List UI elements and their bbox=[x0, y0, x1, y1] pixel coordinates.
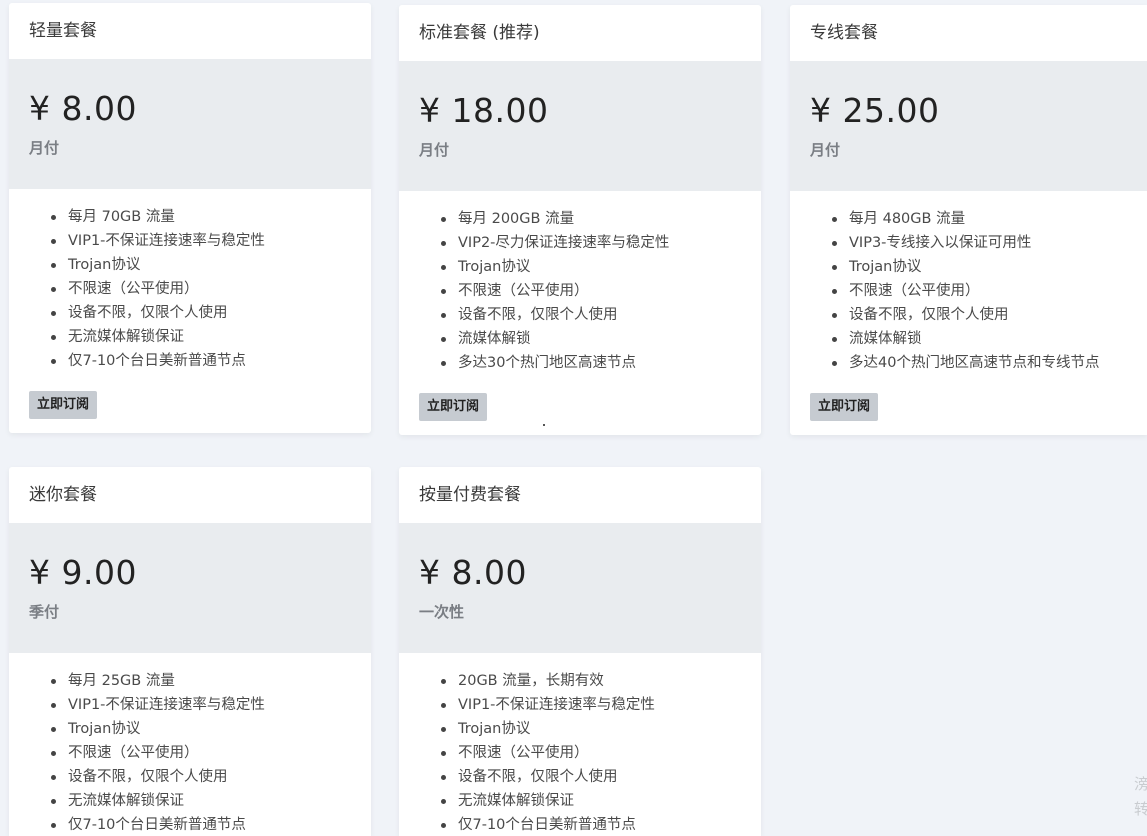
feature-item: 不限速（公平使用） bbox=[51, 277, 371, 301]
feature-item: 无流媒体解锁保证 bbox=[51, 325, 371, 349]
plan-title: 标准套餐 (推荐) bbox=[419, 23, 540, 43]
feature-item: 设备不限，仅限个人使用 bbox=[51, 301, 371, 325]
plan-title: 轻量套餐 bbox=[29, 21, 97, 41]
subscribe-button[interactable]: 立即订阅 bbox=[810, 393, 879, 421]
feature-item: Trojan协议 bbox=[51, 253, 371, 277]
feature-item: 每月 25GB 流量 bbox=[51, 669, 371, 693]
billing-period: 季付 bbox=[29, 603, 60, 621]
feature-item: 仅7-10个台日美新普通节点 bbox=[441, 813, 761, 836]
plan-card-mini: 迷你套餐 ¥ 9.00 季付 每月 25GB 流量 VIP1-不保证连接速率与稳… bbox=[9, 467, 371, 836]
plan-price: ¥ 8.00 bbox=[419, 553, 527, 592]
billing-period: 一次性 bbox=[419, 603, 465, 621]
billing-period: 月付 bbox=[419, 141, 450, 159]
price-block: ¥ 8.00 月付 bbox=[9, 59, 371, 189]
billing-period: 月付 bbox=[29, 139, 60, 157]
feature-item: VIP1-不保证连接速率与稳定性 bbox=[51, 693, 371, 717]
feature-item: VIP1-不保证连接速率与稳定性 bbox=[441, 693, 761, 717]
plan-card-pay-as-you-go: 按量付费套餐 ¥ 8.00 一次性 20GB 流量，长期有效 VIP1-不保证连… bbox=[399, 467, 761, 836]
feature-item: 流媒体解锁 bbox=[441, 327, 761, 351]
feature-list: 每月 480GB 流量 VIP3-专线接入以保证可用性 Trojan协议 不限速… bbox=[790, 191, 1147, 375]
stray-dot bbox=[543, 424, 545, 426]
feature-item: 设备不限，仅限个人使用 bbox=[832, 303, 1147, 327]
feature-item: Trojan协议 bbox=[51, 717, 371, 741]
feature-item: 不限速（公平使用） bbox=[441, 279, 761, 303]
feature-item: 每月 200GB 流量 bbox=[441, 207, 761, 231]
feature-list: 每月 25GB 流量 VIP1-不保证连接速率与稳定性 Trojan协议 不限速… bbox=[9, 653, 371, 836]
plan-card-standard: 标准套餐 (推荐) ¥ 18.00 月付 每月 200GB 流量 VIP2-尽力… bbox=[399, 5, 761, 435]
feature-item: 多达30个热门地区高速节点 bbox=[441, 351, 761, 375]
feature-item: Trojan协议 bbox=[832, 255, 1147, 279]
feature-item: 无流媒体解锁保证 bbox=[441, 789, 761, 813]
subscribe-button[interactable]: 立即订阅 bbox=[29, 391, 98, 419]
feature-list: 每月 200GB 流量 VIP2-尽力保证连接速率与稳定性 Trojan协议 不… bbox=[399, 191, 761, 375]
feature-item: VIP2-尽力保证连接速率与稳定性 bbox=[441, 231, 761, 255]
cutoff-char: 滂 bbox=[1134, 775, 1147, 793]
plan-title: 按量付费套餐 bbox=[419, 485, 521, 505]
feature-item: 多达40个热门地区高速节点和专线节点 bbox=[832, 351, 1147, 375]
plan-price: ¥ 8.00 bbox=[29, 89, 137, 128]
feature-item: 设备不限，仅限个人使用 bbox=[441, 765, 761, 789]
feature-item: 不限速（公平使用） bbox=[51, 741, 371, 765]
feature-item: Trojan协议 bbox=[441, 255, 761, 279]
plan-price: ¥ 18.00 bbox=[419, 91, 549, 130]
price-block: ¥ 8.00 一次性 bbox=[399, 523, 761, 653]
feature-item: Trojan协议 bbox=[441, 717, 761, 741]
feature-item: 每月 70GB 流量 bbox=[51, 205, 371, 229]
feature-item: 仅7-10个台日美新普通节点 bbox=[51, 813, 371, 836]
price-block: ¥ 18.00 月付 bbox=[399, 61, 761, 191]
feature-item: 不限速（公平使用） bbox=[832, 279, 1147, 303]
cutoff-floating-text: 滂 转 bbox=[1134, 774, 1147, 819]
feature-list: 每月 70GB 流量 VIP1-不保证连接速率与稳定性 Trojan协议 不限速… bbox=[9, 189, 371, 373]
feature-item: 不限速（公平使用） bbox=[441, 741, 761, 765]
feature-item: 20GB 流量，长期有效 bbox=[441, 669, 761, 693]
feature-item: 流媒体解锁 bbox=[832, 327, 1147, 351]
subscribe-button[interactable]: 立即订阅 bbox=[419, 393, 488, 421]
plan-card-dedicated: 专线套餐 ¥ 25.00 月付 每月 480GB 流量 VIP3-专线接入以保证… bbox=[790, 5, 1147, 435]
plan-card-light: 轻量套餐 ¥ 8.00 月付 每月 70GB 流量 VIP1-不保证连接速率与稳… bbox=[9, 3, 371, 433]
feature-item: 无流媒体解锁保证 bbox=[51, 789, 371, 813]
feature-item: VIP1-不保证连接速率与稳定性 bbox=[51, 229, 371, 253]
price-block: ¥ 25.00 月付 bbox=[790, 61, 1147, 191]
plan-title: 专线套餐 bbox=[810, 23, 878, 43]
price-block: ¥ 9.00 季付 bbox=[9, 523, 371, 653]
plan-price: ¥ 25.00 bbox=[810, 91, 940, 130]
feature-item: VIP3-专线接入以保证可用性 bbox=[832, 231, 1147, 255]
feature-item: 仅7-10个台日美新普通节点 bbox=[51, 349, 371, 373]
feature-item: 每月 480GB 流量 bbox=[832, 207, 1147, 231]
plan-title: 迷你套餐 bbox=[29, 485, 97, 505]
plan-price: ¥ 9.00 bbox=[29, 553, 137, 592]
feature-list: 20GB 流量，长期有效 VIP1-不保证连接速率与稳定性 Trojan协议 不… bbox=[399, 653, 761, 836]
feature-item: 设备不限，仅限个人使用 bbox=[441, 303, 761, 327]
feature-item: 设备不限，仅限个人使用 bbox=[51, 765, 371, 789]
billing-period: 月付 bbox=[810, 141, 841, 159]
cutoff-char: 转 bbox=[1134, 800, 1147, 818]
